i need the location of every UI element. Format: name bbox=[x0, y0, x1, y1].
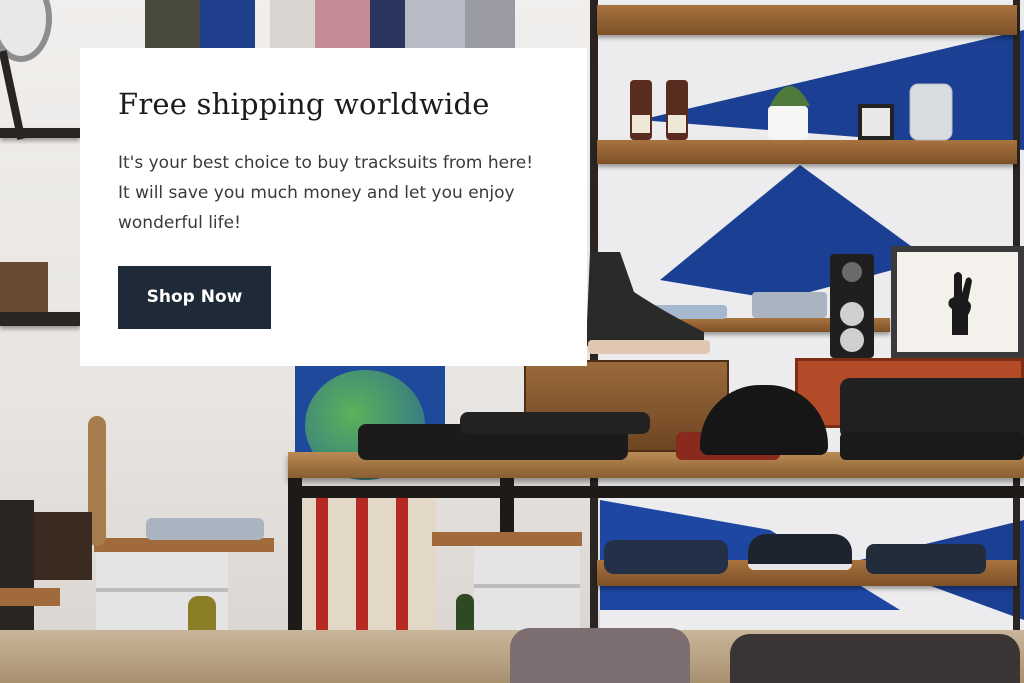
low-shelf bbox=[432, 532, 582, 546]
folded-shirts bbox=[752, 292, 827, 318]
low-shelf bbox=[94, 538, 274, 552]
fabric-pile bbox=[510, 628, 690, 683]
sneaker bbox=[748, 534, 852, 570]
framed-picture bbox=[891, 246, 1024, 358]
leather-bag bbox=[840, 378, 1024, 440]
shelf-decor bbox=[630, 80, 953, 141]
books bbox=[34, 512, 92, 580]
boot bbox=[586, 252, 710, 354]
promo-card: Free shipping worldwide It's your best c… bbox=[80, 48, 587, 366]
folded-pants bbox=[840, 432, 1024, 460]
folded-jeans bbox=[866, 544, 986, 574]
wooden-shelf bbox=[597, 5, 1017, 35]
promo-description: It's your best choice to buy tracksuits … bbox=[118, 153, 534, 233]
folded-shirts bbox=[146, 518, 264, 540]
left-shelf bbox=[0, 312, 80, 326]
folded-sweaters bbox=[460, 412, 650, 434]
promo-title: Free shipping worldwide bbox=[118, 87, 490, 121]
shoes-on-shelf bbox=[0, 262, 48, 312]
cinder-blocks bbox=[474, 540, 580, 640]
wooden-shelf bbox=[597, 140, 1017, 164]
vintage-camera bbox=[830, 254, 874, 358]
folded-jeans bbox=[604, 540, 728, 574]
low-shelf bbox=[0, 588, 60, 606]
left-shelf bbox=[0, 128, 80, 138]
fabric-pile bbox=[730, 634, 1020, 683]
shop-now-button[interactable]: Shop Now bbox=[118, 266, 271, 329]
hand-sign-icon bbox=[947, 272, 972, 335]
table-rail bbox=[302, 486, 1024, 498]
hanging-clothes bbox=[145, 0, 515, 48]
